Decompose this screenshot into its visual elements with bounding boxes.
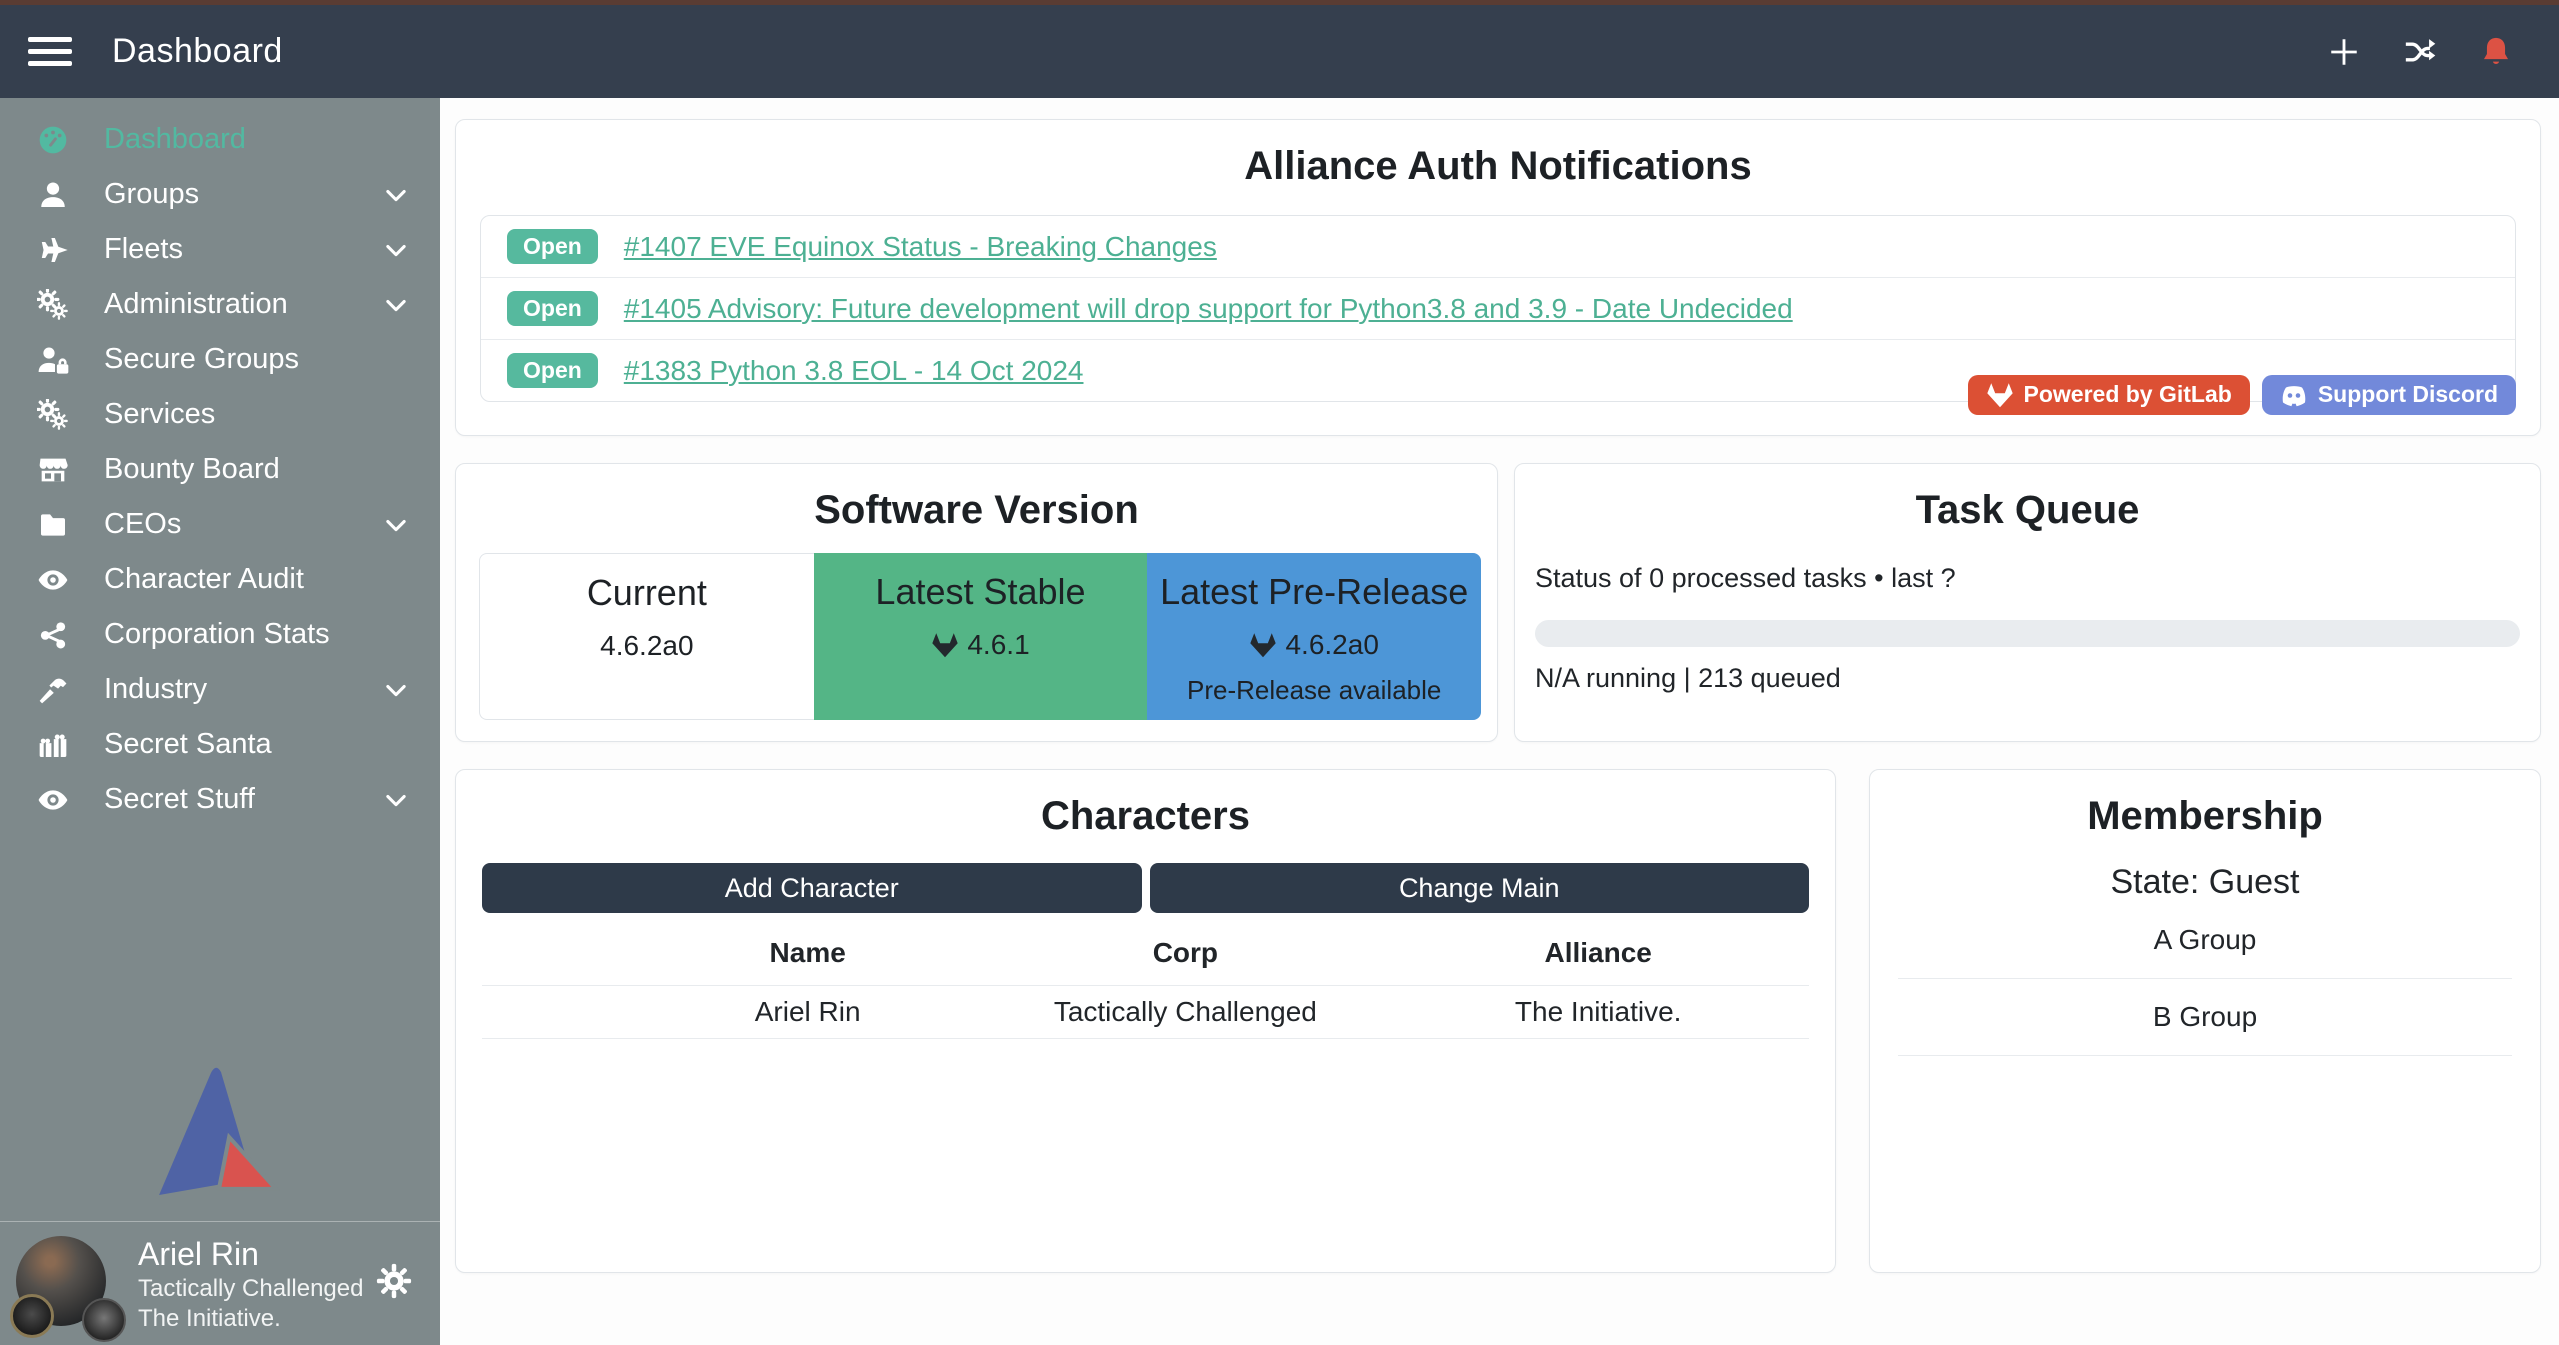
task-queue-panel: Task Queue Status of 0 processed tasks •…: [1514, 463, 2541, 742]
membership-state: State: Guest: [1898, 863, 2512, 902]
chevron-down-icon: [382, 181, 410, 209]
user-name: Ariel Rin: [138, 1234, 363, 1274]
sidebar-nav: Dashboard Groups Fleets Administration S…: [0, 112, 440, 827]
version-latest-prerelease: Latest Pre-Release 4.6.2a0 Pre-Release a…: [1147, 553, 1481, 720]
page-title: Dashboard: [112, 32, 283, 71]
chevron-down-icon: [382, 676, 410, 704]
sidebar: Dashboard Groups Fleets Administration S…: [0, 98, 440, 1345]
list-item: Open #1407 EVE Equinox Status - Breaking…: [481, 216, 2515, 277]
top-navbar: Dashboard: [0, 5, 2559, 98]
user-panel: Ariel Rin Tactically Challenged The Init…: [0, 1221, 440, 1345]
sidebar-item-secret-stuff[interactable]: Secret Stuff: [0, 772, 440, 827]
user-alliance: The Initiative.: [138, 1304, 363, 1334]
eye-icon: [30, 564, 76, 596]
column-header-alliance: Alliance: [1387, 937, 1809, 969]
sidebar-item-administration[interactable]: Administration: [0, 277, 440, 332]
column-header-name: Name: [632, 937, 983, 969]
share-icon: [30, 619, 76, 651]
version-current: Current 4.6.2a0: [479, 553, 814, 720]
notification-link[interactable]: #1383 Python 3.8 EOL - 14 Oct 2024: [624, 355, 1084, 387]
notifications-panel: Alliance Auth Notifications Open #1407 E…: [455, 119, 2541, 436]
sidebar-item-secret-santa[interactable]: Secret Santa: [0, 717, 440, 772]
list-item: Open #1405 Advisory: Future development …: [481, 277, 2515, 339]
chevron-down-icon: [382, 511, 410, 539]
column-header-corp: Corp: [983, 937, 1387, 969]
software-version-title: Software Version: [456, 464, 1497, 533]
sidebar-item-corporation-stats[interactable]: Corporation Stats: [0, 607, 440, 662]
sidebar-item-industry[interactable]: Industry: [0, 662, 440, 717]
membership-panel: Membership State: Guest A Group B Group: [1869, 769, 2541, 1273]
user-corporation: Tactically Challenged: [138, 1274, 363, 1304]
character-corp: Tactically Challenged: [983, 996, 1387, 1028]
sidebar-item-ceos[interactable]: CEOs: [0, 497, 440, 552]
status-badge: Open: [507, 229, 598, 264]
characters-table: Name Corp Alliance Ariel Rin Tactically …: [482, 917, 1809, 1039]
software-version-panel: Software Version Current 4.6.2a0 Latest …: [455, 463, 1498, 742]
task-queue-title: Task Queue: [1535, 464, 2520, 533]
cogs-icon: [30, 289, 76, 321]
eye-icon: [30, 784, 76, 816]
gifts-icon: [30, 729, 76, 761]
shuffle-icon[interactable]: [2403, 35, 2437, 69]
alliance-logo: [82, 1298, 126, 1342]
store-icon: [30, 454, 76, 486]
task-progress-bar: [1535, 620, 2520, 647]
sidebar-item-dashboard[interactable]: Dashboard: [0, 112, 440, 167]
main-content: Alliance Auth Notifications Open #1407 E…: [440, 98, 2559, 1345]
notification-link[interactable]: #1407 EVE Equinox Status - Breaking Chan…: [624, 231, 1217, 263]
add-icon[interactable]: [2327, 35, 2361, 69]
notifications-list: Open #1407 EVE Equinox Status - Breaking…: [480, 215, 2516, 402]
sidebar-item-character-audit[interactable]: Character Audit: [0, 552, 440, 607]
cogs-icon: [30, 399, 76, 431]
chevron-down-icon: [382, 786, 410, 814]
chevron-down-icon: [382, 291, 410, 319]
gitlab-tanuki-icon: [1249, 631, 1277, 659]
hammer-icon: [30, 674, 76, 706]
add-character-button[interactable]: Add Character: [482, 863, 1142, 913]
version-latest-stable: Latest Stable 4.6.1: [814, 553, 1148, 720]
notification-link[interactable]: #1405 Advisory: Future development will …: [624, 293, 1793, 325]
characters-title: Characters: [482, 770, 1809, 839]
character-alliance: The Initiative.: [1387, 996, 1809, 1028]
sidebar-item-bounty-board[interactable]: Bounty Board: [0, 442, 440, 497]
corp-logo: [10, 1294, 54, 1338]
alliance-auth-logo: [0, 1063, 440, 1197]
notifications-bell-icon[interactable]: [2479, 35, 2513, 69]
menu-toggle-icon[interactable]: [28, 37, 72, 66]
gitlab-tanuki-icon: [931, 631, 959, 659]
status-badge: Open: [507, 353, 598, 388]
status-badge: Open: [507, 291, 598, 326]
sidebar-item-secure-groups[interactable]: Secure Groups: [0, 332, 440, 387]
change-main-button[interactable]: Change Main: [1150, 863, 1810, 913]
gitlab-tanuki-icon: [1986, 381, 2014, 409]
prerelease-note: Pre-Release available: [1147, 675, 1481, 706]
folder-icon: [30, 509, 76, 541]
user-icon: [30, 179, 76, 211]
task-queue-counts: N/A running | 213 queued: [1535, 663, 2520, 694]
notifications-title: Alliance Auth Notifications: [480, 120, 2516, 189]
chevron-down-icon: [382, 236, 410, 264]
task-status-text: Status of 0 processed tasks • last ?: [1535, 563, 2520, 594]
settings-gear-icon[interactable]: [376, 1263, 412, 1304]
user-lock-icon: [30, 344, 76, 376]
sidebar-item-groups[interactable]: Groups: [0, 167, 440, 222]
table-row: Ariel Rin Tactically Challenged The Init…: [482, 986, 1809, 1039]
group-item: A Group: [1898, 902, 2512, 979]
support-discord-badge[interactable]: Support Discord: [2262, 375, 2516, 415]
powered-by-gitlab-badge[interactable]: Powered by GitLab: [1968, 375, 2250, 415]
gauge-icon: [30, 124, 76, 156]
group-item: B Group: [1898, 979, 2512, 1056]
characters-panel: Characters Add Character Change Main Nam…: [455, 769, 1836, 1273]
jet-icon: [30, 234, 76, 266]
discord-icon: [2280, 381, 2308, 409]
membership-title: Membership: [1898, 770, 2512, 839]
sidebar-item-services[interactable]: Services: [0, 387, 440, 442]
character-name: Ariel Rin: [632, 996, 983, 1028]
sidebar-item-fleets[interactable]: Fleets: [0, 222, 440, 277]
